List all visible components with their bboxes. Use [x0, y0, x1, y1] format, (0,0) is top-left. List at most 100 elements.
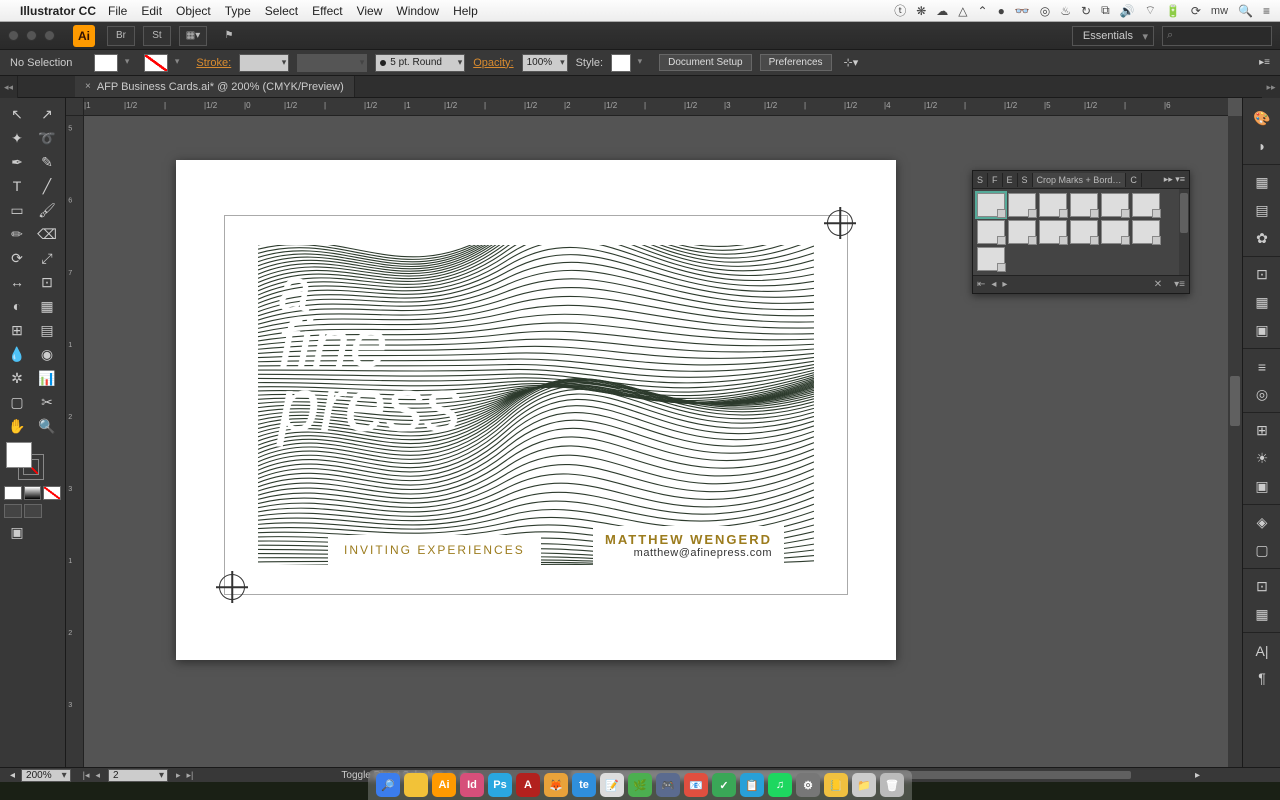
shape-builder-tool[interactable]: ◐	[2, 294, 32, 318]
free-transform-tool[interactable]: ⊡	[32, 270, 62, 294]
status-flame-icon[interactable]: ♨	[1060, 4, 1071, 18]
close-tab-icon[interactable]: ×	[85, 81, 91, 92]
line-tool[interactable]: ╱	[32, 174, 62, 198]
status-collapse-icon[interactable]: ◂	[10, 770, 15, 781]
artboard-thumbnail[interactable]	[1008, 193, 1036, 217]
tab-collapse-left[interactable]: ◂◂	[0, 76, 18, 98]
selection-tool[interactable]: ↖	[2, 102, 32, 126]
stroke-swatch[interactable]	[144, 54, 168, 72]
dock-app[interactable]: 📝	[600, 773, 624, 797]
dock-app[interactable]: 📧	[684, 773, 708, 797]
fill-swatch[interactable]	[94, 54, 118, 72]
artboard-thumbnail[interactable]	[1101, 220, 1129, 244]
panel-options-icon[interactable]: ▸▸ ▾≡	[1160, 174, 1189, 185]
eyedropper-tool[interactable]: 💧	[2, 342, 32, 366]
artboard-thumbnail[interactable]	[1039, 220, 1067, 244]
layers-panel-icon[interactable]: ◈	[1243, 504, 1280, 536]
symbols-panel-icon[interactable]: ✿	[1243, 224, 1280, 252]
panel-scrollbar[interactable]	[1179, 189, 1189, 275]
tab-collapse-right[interactable]: ▸▸	[1262, 76, 1280, 98]
color-mode-solid[interactable]	[4, 486, 22, 500]
graphic-styles-panel-icon[interactable]: ◎	[1243, 380, 1280, 408]
lasso-tool[interactable]: ➰	[32, 126, 62, 150]
dock-app[interactable]: te	[572, 773, 596, 797]
menu-edit[interactable]: Edit	[141, 4, 162, 18]
status-timemachine-icon[interactable]: ↻	[1081, 4, 1091, 18]
paragraph-panel-icon[interactable]: ¶	[1243, 664, 1280, 692]
menu-effect[interactable]: Effect	[312, 4, 342, 18]
gpu-preview-icon[interactable]: ⚑	[215, 26, 243, 46]
artboard-thumbnail[interactable]	[1008, 220, 1036, 244]
dock-app[interactable]: Ps	[488, 773, 512, 797]
panel-tab[interactable]: F	[988, 173, 1003, 187]
blend-tool[interactable]: ◉	[32, 342, 62, 366]
next-artboard-icon[interactable]: ▸	[174, 770, 183, 781]
first-artboard-icon[interactable]: |◂	[81, 770, 92, 781]
status-hat-icon[interactable]: ●	[998, 4, 1005, 18]
color-guide-panel-icon[interactable]: ◗	[1243, 132, 1280, 160]
stroke-label[interactable]: Stroke:	[196, 57, 231, 69]
vertical-scrollbar[interactable]	[1228, 116, 1242, 767]
zoom-tool[interactable]: 🔍	[32, 414, 62, 438]
variable-width-dropdown[interactable]	[297, 54, 367, 72]
artboard-thumbnail[interactable]	[977, 193, 1005, 217]
menu-type[interactable]: Type	[225, 4, 251, 18]
status-notifications-icon[interactable]: ≡	[1263, 4, 1270, 18]
dock-app[interactable]: ✓	[712, 773, 736, 797]
panel-tab[interactable]: E	[1003, 173, 1018, 187]
panel-nav-icon[interactable]: ⇤	[977, 279, 985, 290]
libraries-panel-icon[interactable]: ⊡	[1243, 568, 1280, 600]
gradient-tool[interactable]: ▤	[32, 318, 62, 342]
artboards-panel[interactable]: S F E S Crop Marks + Bord… C ▸▸ ▾≡ ⇤◂▸ ✕…	[972, 170, 1190, 294]
ruler-origin[interactable]	[66, 98, 84, 116]
panel-tab[interactable]: C	[1126, 173, 1142, 187]
dock-app[interactable]: 🎮	[656, 773, 680, 797]
character-panel-icon[interactable]: A|	[1243, 632, 1280, 664]
stock-button[interactable]: St	[143, 26, 171, 46]
opacity-dropdown[interactable]: 100%	[522, 54, 568, 72]
status-dropbox-icon[interactable]: ⌃	[978, 4, 988, 18]
artboard-thumbnail[interactable]	[1070, 193, 1098, 217]
status-battery-icon[interactable]: 🔋	[1166, 4, 1181, 18]
search-input[interactable]: ⌕	[1162, 26, 1272, 46]
zoom-level-dropdown[interactable]: 200%	[21, 769, 71, 782]
workspace-switcher[interactable]: Essentials	[1072, 26, 1154, 46]
dock-app[interactable]: ⚙	[796, 773, 820, 797]
panel-tab[interactable]: S	[973, 173, 988, 187]
width-tool[interactable]: ↔	[2, 270, 32, 294]
graphic-style-swatch[interactable]	[611, 54, 631, 72]
color-mode-gradient[interactable]	[24, 486, 42, 500]
align-panel-icon[interactable]: ⊞	[1243, 412, 1280, 444]
menu-help[interactable]: Help	[453, 4, 478, 18]
status-circle-icon[interactable]: ◎	[1040, 4, 1050, 18]
scale-tool[interactable]: ⤢	[32, 246, 62, 270]
status-volume-icon[interactable]: 🔊	[1120, 4, 1135, 18]
color-mode-none[interactable]	[43, 486, 61, 500]
screen-mode-normal[interactable]	[4, 504, 22, 518]
stroke-weight-dropdown[interactable]	[239, 54, 289, 72]
direct-selection-tool[interactable]: ↗	[32, 102, 62, 126]
window-controls[interactable]	[8, 30, 55, 41]
status-displays-icon[interactable]: ⧉	[1101, 3, 1110, 18]
status-te-icon[interactable]: ⓣ	[894, 2, 906, 19]
dock-app[interactable]: Ai	[432, 773, 456, 797]
fill-stroke-control[interactable]	[4, 440, 61, 482]
arrange-documents-button[interactable]: ▦▾	[179, 26, 207, 46]
actions-panel-icon[interactable]: ▦	[1243, 600, 1280, 628]
panel-tab[interactable]: S	[1018, 173, 1033, 187]
magic-wand-tool[interactable]: ✦	[2, 126, 32, 150]
dock-app[interactable]: A	[516, 773, 540, 797]
preferences-button[interactable]: Preferences	[760, 54, 832, 71]
dock-app[interactable]: 🔎	[376, 773, 400, 797]
panel-close-icon[interactable]: ✕	[1154, 279, 1162, 290]
document-tab[interactable]: × AFP Business Cards.ai* @ 200% (CMYK/Pr…	[75, 76, 355, 97]
canvas-area[interactable]: |1|1/2||1/2|0|1/2||1/2|1|1/2||1/2|2|1/2|…	[66, 98, 1242, 767]
brushes-panel-icon[interactable]: ▤	[1243, 196, 1280, 224]
prev-artboard-icon[interactable]: ◂	[93, 770, 102, 781]
appearance-panel-icon[interactable]: ≡	[1243, 348, 1280, 380]
panel-menu-icon[interactable]: ▾≡	[1174, 279, 1185, 290]
artboard-thumbnail[interactable]	[1132, 193, 1160, 217]
dock-app[interactable]: 🗑	[880, 773, 904, 797]
status-wifi-icon[interactable]: ⌔	[1145, 3, 1156, 18]
swatches-panel-icon[interactable]: ▦	[1243, 164, 1280, 196]
